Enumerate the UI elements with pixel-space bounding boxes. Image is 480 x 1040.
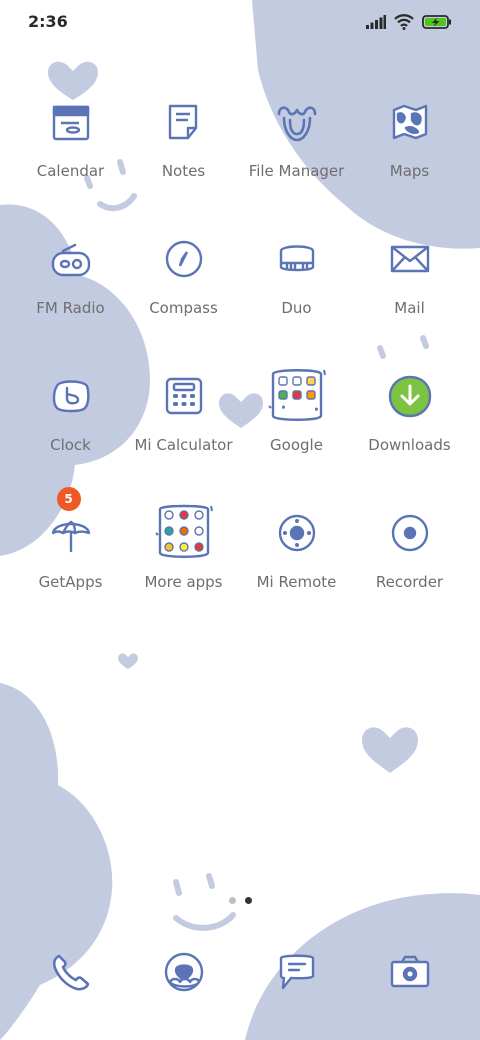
signal-icon	[366, 15, 386, 29]
contacts-icon	[164, 952, 203, 992]
messages-icon	[279, 954, 314, 990]
umbrella-icon	[51, 520, 90, 553]
calculator-icon	[165, 377, 202, 415]
file-manager-icon	[277, 106, 316, 142]
mail-icon	[390, 245, 429, 273]
phone-icon	[52, 954, 89, 991]
maps-icon	[392, 104, 427, 140]
calendar-icon	[52, 105, 89, 141]
app-fm-radio[interactable]: FM Radio	[14, 227, 127, 337]
notification-badge: 5	[56, 487, 81, 511]
dock	[0, 940, 480, 1010]
dock-messages[interactable]	[240, 940, 353, 1010]
app-getapps[interactable]: 5 GetApps	[14, 487, 127, 611]
app-maps[interactable]: Maps	[353, 90, 466, 200]
app-mail[interactable]: Mail	[353, 227, 466, 337]
app-google-folder[interactable]: Google	[240, 364, 353, 474]
app-file-manager[interactable]: File Manager	[240, 90, 353, 200]
app-clock[interactable]: Clock	[14, 364, 127, 474]
wifi-icon	[394, 14, 414, 30]
app-recorder[interactable]: Recorder	[353, 501, 466, 611]
app-compass[interactable]: Compass	[127, 227, 240, 337]
dock-phone[interactable]	[14, 940, 127, 1010]
app-mi-remote[interactable]: Mi Remote	[240, 501, 353, 611]
status-time: 2:36	[28, 12, 68, 31]
google-folder-icon	[267, 369, 326, 421]
compass-icon	[165, 240, 202, 278]
download-icon	[388, 375, 431, 418]
recorder-icon	[391, 514, 428, 552]
page-dot-1[interactable]	[228, 897, 236, 904]
camera-icon	[390, 955, 429, 988]
dock-contacts[interactable]	[127, 940, 240, 1010]
battery-charging-icon	[422, 15, 451, 29]
duo-icon	[279, 245, 314, 272]
dock-camera[interactable]	[353, 940, 466, 1010]
radio-icon	[51, 243, 90, 277]
app-notes[interactable]: Notes	[127, 90, 240, 200]
app-mi-calculator[interactable]: Mi Calculator	[127, 364, 240, 474]
remote-icon	[278, 514, 315, 552]
app-calendar[interactable]: Calendar	[14, 90, 127, 200]
page-indicator[interactable]	[0, 897, 480, 904]
clock-icon	[52, 380, 90, 413]
app-downloads[interactable]: Downloads	[353, 364, 466, 474]
app-duo[interactable]: Duo	[240, 227, 353, 337]
more-apps-folder-icon	[154, 504, 213, 558]
page-dot-2-active[interactable]	[244, 897, 252, 904]
status-bar: 2:36	[0, 0, 480, 44]
notes-icon	[168, 104, 197, 140]
app-more-apps-folder[interactable]: More apps	[127, 501, 240, 611]
